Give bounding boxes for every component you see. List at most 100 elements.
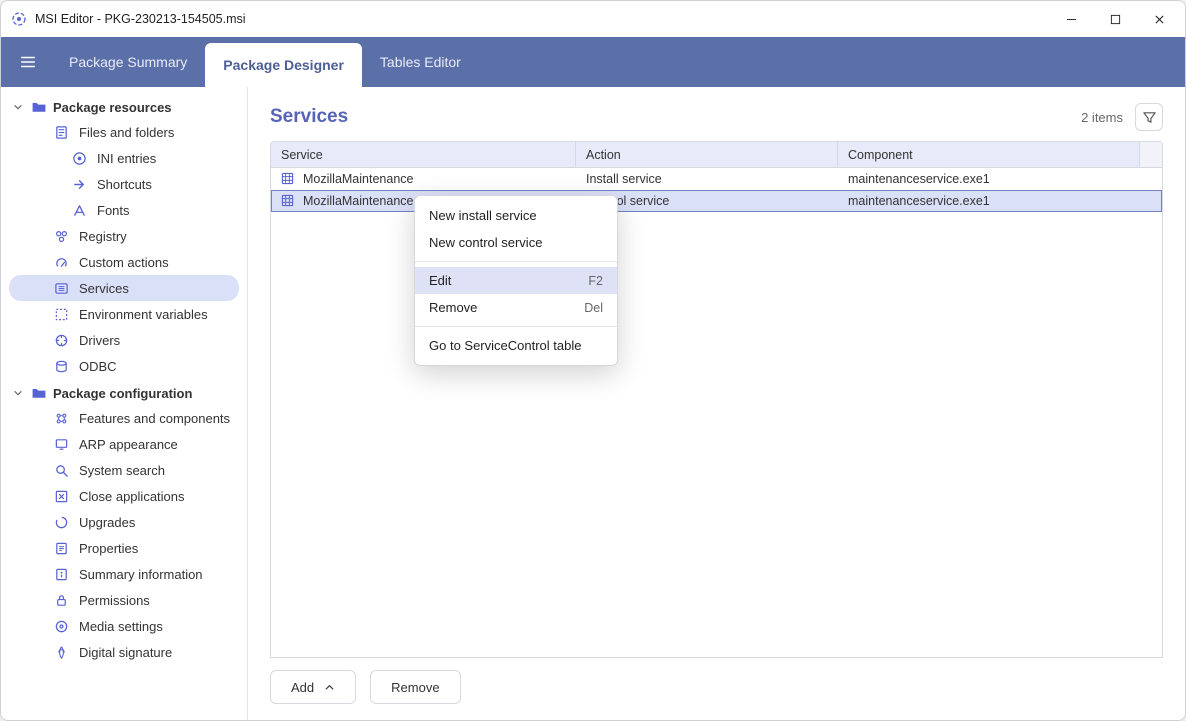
chevron-up-icon	[324, 682, 335, 693]
upgrades-icon	[53, 514, 69, 530]
media-icon	[53, 618, 69, 634]
sidebar-item-environment[interactable]: Environment variables	[9, 301, 239, 327]
maximize-button[interactable]	[1093, 3, 1137, 35]
sidebar-item-label: Services	[79, 281, 129, 296]
context-menu-item-new-install[interactable]: New install service	[415, 202, 617, 229]
main-tabs: Package Summary Package Designer Tables …	[51, 37, 479, 87]
sidebar-item-summary-info[interactable]: Summary information	[9, 561, 239, 587]
font-icon	[71, 202, 87, 218]
sidebar-item-label: Upgrades	[79, 515, 135, 530]
sidebar-item-digital-signature[interactable]: Digital signature	[9, 639, 239, 665]
sidebar-item-fonts[interactable]: Fonts	[9, 197, 239, 223]
registry-icon	[53, 228, 69, 244]
sidebar-item-label: Fonts	[97, 203, 130, 218]
sidebar-item-system-search[interactable]: System search	[9, 457, 239, 483]
context-menu: New install service New control service …	[414, 195, 618, 366]
sidebar-item-label: ARP appearance	[79, 437, 178, 452]
search-icon	[53, 462, 69, 478]
sidebar-group-resources: Package resources Files and folders INI …	[5, 95, 243, 379]
sidebar-item-label: System search	[79, 463, 165, 478]
sidebar-item-label: Custom actions	[79, 255, 169, 270]
sidebar-item-label: Features and components	[79, 411, 230, 426]
sidebar-item-odbc[interactable]: ODBC	[9, 353, 239, 379]
remove-button[interactable]: Remove	[370, 670, 460, 704]
minimize-button[interactable]	[1049, 3, 1093, 35]
filter-button[interactable]	[1135, 103, 1163, 131]
sidebar-item-properties[interactable]: Properties	[9, 535, 239, 561]
sidebar-item-label: Drivers	[79, 333, 120, 348]
context-menu-shortcut: F2	[588, 274, 603, 288]
hamburger-menu-button[interactable]	[5, 37, 51, 87]
cell-action: Install service	[586, 172, 662, 186]
folder-icon	[31, 385, 47, 401]
titlebar-left: MSI Editor - PKG-230213-154505.msi	[11, 11, 246, 27]
column-header-component[interactable]: Component	[838, 142, 1140, 167]
sidebar-item-label: Files and folders	[79, 125, 174, 140]
sidebar-group-header-configuration[interactable]: Package configuration	[5, 381, 243, 405]
table-row[interactable]: MozillaMaintenance Control service maint…	[271, 190, 1162, 212]
context-menu-item-remove[interactable]: Remove Del	[415, 294, 617, 321]
context-menu-item-edit[interactable]: Edit F2	[415, 267, 617, 294]
add-button[interactable]: Add	[270, 670, 356, 704]
table-row[interactable]: MozillaMaintenance Install service maint…	[271, 168, 1162, 190]
sidebar-item-label: Close applications	[79, 489, 185, 504]
app-window: MSI Editor - PKG-230213-154505.msi Packa…	[0, 0, 1186, 721]
sidebar: Package resources Files and folders INI …	[1, 87, 248, 720]
sidebar-item-label: Summary information	[79, 567, 203, 582]
drivers-icon	[53, 332, 69, 348]
sidebar-item-arp[interactable]: ARP appearance	[9, 431, 239, 457]
context-menu-label: New install service	[429, 208, 537, 223]
summary-icon	[53, 566, 69, 582]
properties-icon	[53, 540, 69, 556]
app-logo-icon	[11, 11, 27, 27]
tab-package-summary[interactable]: Package Summary	[51, 37, 205, 87]
context-menu-item-new-control[interactable]: New control service	[415, 229, 617, 256]
sidebar-item-registry[interactable]: Registry	[9, 223, 239, 249]
sidebar-item-label: Media settings	[79, 619, 163, 634]
sidebar-item-shortcuts[interactable]: Shortcuts	[9, 171, 239, 197]
sidebar-item-services[interactable]: Services	[9, 275, 239, 301]
remove-button-label: Remove	[391, 680, 439, 695]
context-menu-label: Go to ServiceControl table	[429, 338, 581, 353]
sidebar-item-files[interactable]: Files and folders	[9, 119, 239, 145]
sidebar-item-ini[interactable]: INI entries	[9, 145, 239, 171]
sidebar-item-upgrades[interactable]: Upgrades	[9, 509, 239, 535]
permissions-icon	[53, 592, 69, 608]
body: Package resources Files and folders INI …	[1, 87, 1185, 720]
menubar: Package Summary Package Designer Tables …	[1, 37, 1185, 87]
sidebar-group-label: Package configuration	[53, 386, 192, 401]
sidebar-item-close-apps[interactable]: Close applications	[9, 483, 239, 509]
context-menu-label: Remove	[429, 300, 477, 315]
tab-package-designer[interactable]: Package Designer	[205, 43, 362, 87]
grid-icon	[281, 194, 295, 208]
titlebar: MSI Editor - PKG-230213-154505.msi	[1, 1, 1185, 37]
sidebar-group-header-resources[interactable]: Package resources	[5, 95, 243, 119]
ini-icon	[71, 150, 87, 166]
table-header: Service Action Component	[271, 142, 1162, 168]
context-menu-item-goto-table[interactable]: Go to ServiceControl table	[415, 332, 617, 359]
sidebar-group-configuration: Package configuration Features and compo…	[5, 381, 243, 665]
sidebar-item-label: Properties	[79, 541, 138, 556]
close-apps-icon	[53, 488, 69, 504]
sidebar-item-media[interactable]: Media settings	[9, 613, 239, 639]
column-header-action[interactable]: Action	[576, 142, 838, 167]
window-controls	[1049, 3, 1181, 35]
file-icon	[53, 124, 69, 140]
close-window-button[interactable]	[1137, 3, 1181, 35]
sidebar-item-features[interactable]: Features and components	[9, 405, 239, 431]
column-header-service[interactable]: Service	[271, 142, 576, 167]
services-table: Service Action Component MozillaMaintena…	[270, 141, 1163, 658]
sidebar-item-label: INI entries	[97, 151, 156, 166]
shortcut-icon	[71, 176, 87, 192]
tab-tables-editor[interactable]: Tables Editor	[362, 37, 479, 87]
sidebar-item-drivers[interactable]: Drivers	[9, 327, 239, 353]
context-menu-shortcut: Del	[584, 301, 603, 315]
cell-component: maintenanceservice.exe1	[848, 172, 990, 186]
page-title: Services	[270, 106, 348, 128]
grid-icon	[281, 172, 295, 186]
sidebar-item-custom-actions[interactable]: Custom actions	[9, 249, 239, 275]
filter-icon	[1142, 110, 1157, 125]
signature-icon	[53, 644, 69, 660]
window-title: MSI Editor - PKG-230213-154505.msi	[35, 12, 246, 26]
sidebar-item-permissions[interactable]: Permissions	[9, 587, 239, 613]
